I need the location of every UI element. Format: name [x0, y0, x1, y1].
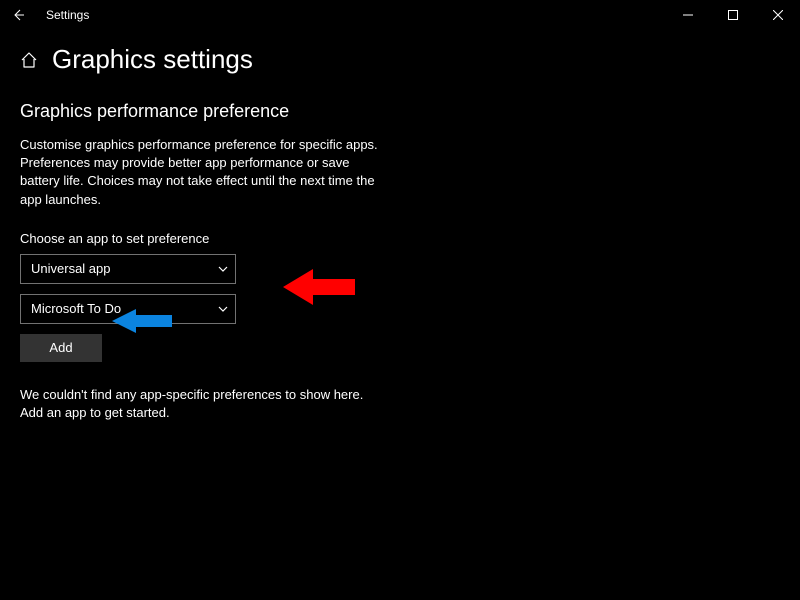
add-button-label: Add: [49, 340, 72, 355]
section-description: Customise graphics performance preferenc…: [20, 136, 380, 209]
close-button[interactable]: [755, 0, 800, 30]
page-title: Graphics settings: [52, 44, 253, 75]
content-area: Graphics settings Graphics performance p…: [0, 30, 800, 422]
titlebar-label: Settings: [46, 8, 89, 22]
window-controls: [665, 0, 800, 30]
maximize-button[interactable]: [710, 0, 755, 30]
app-name-value: Microsoft To Do: [31, 301, 121, 316]
back-button[interactable]: [0, 0, 36, 30]
maximize-icon: [728, 10, 738, 20]
titlebar: Settings: [0, 0, 800, 30]
page-header: Graphics settings: [20, 44, 780, 75]
home-icon[interactable]: [20, 51, 38, 69]
annotation-blue-arrow: [112, 307, 172, 335]
arrow-left-icon: [11, 8, 25, 22]
section-title: Graphics performance preference: [20, 101, 780, 122]
minimize-button[interactable]: [665, 0, 710, 30]
chooser-label: Choose an app to set preference: [20, 231, 780, 246]
minimize-icon: [683, 10, 693, 20]
arrow-left-red-icon: [283, 265, 355, 309]
app-type-select[interactable]: Universal app: [20, 254, 236, 284]
annotation-red-arrow: [283, 265, 355, 309]
app-type-value: Universal app: [31, 261, 111, 276]
chevron-down-icon: [217, 263, 229, 275]
arrow-left-blue-icon: [112, 307, 172, 335]
chevron-down-icon: [217, 303, 229, 315]
empty-message: We couldn't find any app-specific prefer…: [20, 386, 380, 422]
add-button[interactable]: Add: [20, 334, 102, 362]
close-icon: [773, 10, 783, 20]
